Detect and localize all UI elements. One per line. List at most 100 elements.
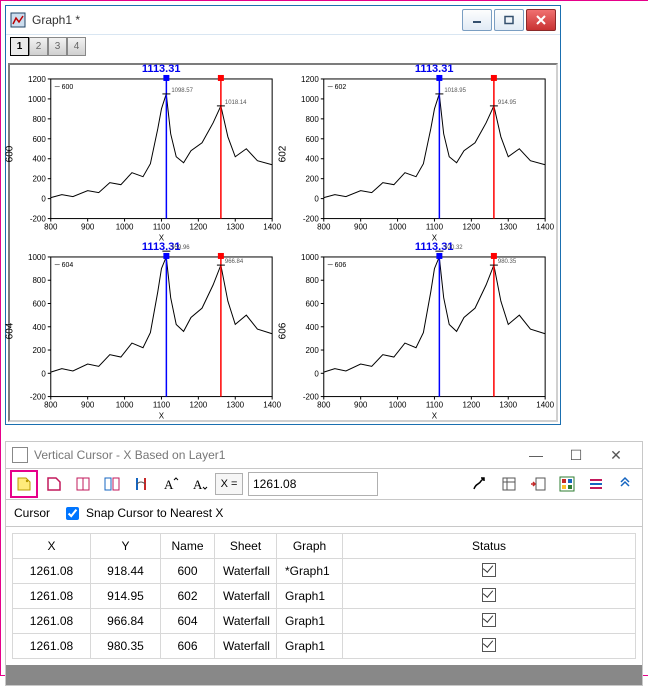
options-button[interactable] — [583, 471, 609, 497]
svg-text:1200: 1200 — [301, 75, 319, 84]
chart-panel-604[interactable]: 1113.31 604 -200020040060080010008009001… — [10, 243, 283, 421]
close-button[interactable] — [526, 9, 556, 31]
svg-text:1000: 1000 — [389, 223, 407, 232]
collapse-button[interactable] — [612, 471, 638, 497]
chart-panel-600[interactable]: 1113.31 600 -200020040060080010001200800… — [10, 65, 283, 243]
svg-text:600: 600 — [32, 299, 46, 308]
single-cursor-button[interactable] — [70, 471, 96, 497]
svg-text:900: 900 — [354, 400, 368, 409]
maximize-button[interactable] — [494, 9, 524, 31]
titlebar[interactable]: Graph1 * — [6, 6, 560, 35]
plot-area[interactable]: 1113.31 600 -200020040060080010001200800… — [8, 63, 558, 422]
svg-text:0: 0 — [314, 369, 319, 378]
svg-text:─ 602: ─ 602 — [327, 84, 347, 91]
status-check-icon[interactable] — [482, 638, 496, 652]
layer-button-2[interactable]: 2 — [29, 37, 48, 56]
status-check-icon[interactable] — [482, 588, 496, 602]
table-row[interactable]: 1261.08918.44600 Waterfall*Graph1 — [13, 559, 636, 584]
svg-text:1300: 1300 — [499, 400, 517, 409]
svg-text:1300: 1300 — [226, 400, 244, 409]
svg-text:1400: 1400 — [263, 223, 281, 232]
svg-text:200: 200 — [32, 175, 46, 184]
double-cursor-button[interactable] — [99, 471, 125, 497]
svg-text:1100: 1100 — [426, 400, 444, 409]
col-header[interactable]: Name — [161, 534, 215, 559]
cursor-label: Cursor — [14, 506, 50, 520]
vc-maximize-button[interactable]: ☐ — [556, 447, 596, 464]
col-header[interactable]: Graph — [277, 534, 343, 559]
output-button[interactable] — [496, 471, 522, 497]
preferences-button[interactable] — [554, 471, 580, 497]
svg-text:─ 604: ─ 604 — [54, 261, 74, 268]
table-row[interactable]: 1261.08980.35606 WaterfallGraph1 — [13, 634, 636, 659]
vc-titlebar[interactable]: Vertical Cursor - X Based on Layer1 — ☐ … — [6, 442, 642, 468]
status-check-icon[interactable] — [482, 563, 496, 577]
minimize-button[interactable] — [462, 9, 492, 31]
col-header[interactable]: Y — [91, 534, 161, 559]
layer-bar: 1 2 3 4 — [6, 35, 560, 61]
layer-button-4[interactable]: 4 — [67, 37, 86, 56]
vc-close-button[interactable]: ✕ — [596, 447, 636, 464]
vc-toolbar: A A X = — [6, 468, 642, 500]
svg-text:1000: 1000 — [301, 95, 319, 104]
layer-button-3[interactable]: 3 — [48, 37, 67, 56]
snap-checkbox[interactable]: Snap Cursor to Nearest X — [62, 504, 223, 523]
decrease-font-button[interactable]: A — [186, 471, 212, 497]
status-check-icon[interactable] — [482, 613, 496, 627]
svg-text:800: 800 — [317, 223, 331, 232]
svg-text:1200: 1200 — [462, 400, 480, 409]
col-header[interactable]: X — [13, 534, 91, 559]
svg-text:─ 606: ─ 606 — [327, 261, 347, 268]
window-title: Graph1 * — [32, 13, 462, 27]
col-header[interactable]: Sheet — [215, 534, 277, 559]
svg-text:200: 200 — [305, 346, 319, 355]
x-equals-label: X = — [215, 473, 243, 495]
go-button[interactable] — [467, 471, 493, 497]
svg-text:0: 0 — [314, 195, 319, 204]
table-row[interactable]: 1261.08966.84604 WaterfallGraph1 — [13, 609, 636, 634]
svg-text:800: 800 — [317, 400, 331, 409]
svg-text:800: 800 — [32, 115, 46, 124]
svg-text:─ 600: ─ 600 — [54, 84, 74, 91]
increase-font-button[interactable]: A — [157, 471, 183, 497]
svg-text:800: 800 — [305, 115, 319, 124]
svg-text:1100: 1100 — [426, 223, 444, 232]
chart-panel-602[interactable]: 1113.31 602 -200020040060080010001200800… — [283, 65, 556, 243]
svg-text:400: 400 — [305, 155, 319, 164]
svg-text:400: 400 — [32, 155, 46, 164]
svg-text:A: A — [164, 477, 174, 492]
svg-text:1098.57: 1098.57 — [171, 88, 193, 94]
results-table-wrap: XYNameSheetGraphStatus 1261.08918.44600 … — [6, 527, 642, 665]
chart-panel-606[interactable]: 1113.31 606 -200020040060080010008009001… — [283, 243, 556, 421]
svg-text:400: 400 — [305, 322, 319, 331]
svg-text:800: 800 — [305, 276, 319, 285]
svg-text:600: 600 — [305, 299, 319, 308]
svg-text:1200: 1200 — [189, 223, 207, 232]
svg-text:900: 900 — [81, 400, 95, 409]
vc-options-row: Cursor Snap Cursor to Nearest X — [6, 500, 642, 527]
layer-button-1[interactable]: 1 — [10, 37, 29, 56]
svg-text:200: 200 — [32, 346, 46, 355]
svg-text:966.84: 966.84 — [225, 259, 244, 265]
col-header[interactable]: Status — [343, 534, 636, 559]
svg-text:1400: 1400 — [263, 400, 281, 409]
svg-text:1400: 1400 — [536, 400, 554, 409]
snap-checkbox-input[interactable] — [66, 507, 79, 520]
add-tag-button[interactable] — [10, 470, 38, 498]
append-button[interactable] — [525, 471, 551, 497]
svg-text:1018.14: 1018.14 — [225, 100, 247, 106]
link-cursor-button[interactable] — [128, 471, 154, 497]
svg-text:200: 200 — [305, 175, 319, 184]
x-value-input[interactable] — [248, 472, 378, 496]
table-row[interactable]: 1261.08914.95602 WaterfallGraph1 — [13, 584, 636, 609]
svg-text:400: 400 — [32, 322, 46, 331]
app-icon — [10, 12, 26, 28]
tag-settings-button[interactable] — [41, 471, 67, 497]
results-table: XYNameSheetGraphStatus 1261.08918.44600 … — [12, 533, 636, 659]
vc-minimize-button[interactable]: — — [516, 447, 556, 463]
vc-app-icon — [12, 447, 28, 463]
svg-text:800: 800 — [44, 400, 58, 409]
svg-text:X: X — [159, 411, 165, 420]
svg-text:1000: 1000 — [389, 400, 407, 409]
svg-text:600: 600 — [32, 135, 46, 144]
